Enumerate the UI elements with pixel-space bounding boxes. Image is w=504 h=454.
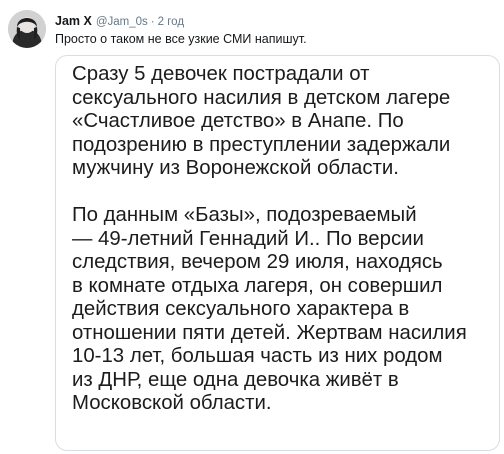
quote-line: — 49-летний Геннадий И.. По версии bbox=[72, 227, 424, 250]
quote-line: отношении пяти детей. Жертвам насилия bbox=[72, 321, 467, 344]
quote-line: сексуального насилия в детском лагере bbox=[72, 86, 451, 109]
quote-line: По данным «Базы», подозреваемый bbox=[72, 204, 417, 226]
quote-line: следствия, вечером 29 июля, находясь bbox=[72, 251, 443, 273]
quote-line: Сразу 5 девочек пострадали от bbox=[72, 63, 370, 85]
author-name[interactable]: Jam X bbox=[55, 13, 92, 29]
quote-card[interactable]: Сразу 5 девочек пострадали от сексуально… bbox=[55, 55, 500, 451]
separator-dot: · bbox=[150, 16, 155, 28]
tweet-header: Jam X @Jam_0s · 2 год bbox=[55, 13, 184, 29]
quote-line: в комнате отдыха лагеря, он совершил bbox=[72, 274, 443, 297]
quote-line: 10-13 лет, большая часть из них родом bbox=[72, 345, 443, 367]
quote-line: «Счастливое детство» в Анапе. По bbox=[72, 110, 404, 132]
tweet-timestamp[interactable]: 2 год bbox=[158, 14, 184, 30]
quote-line: подозрению в преступлении задержали bbox=[72, 133, 451, 156]
quote-line: мужчину из Воронежской области. bbox=[72, 157, 399, 179]
quote-line: Московской области. bbox=[72, 392, 272, 414]
quote-paragraph-2: По данным «Базы», подозреваемый — 49-лет… bbox=[72, 204, 497, 416]
tweet: Jam X @Jam_0s · 2 год Просто о таком не … bbox=[0, 0, 504, 454]
avatar[interactable] bbox=[8, 10, 46, 48]
quote-line: из ДНР, еще одна девочка живёт в bbox=[72, 368, 399, 391]
user-avatar-icon bbox=[8, 10, 46, 48]
quote-paragraph-1: Сразу 5 девочек пострадали от сексуально… bbox=[72, 63, 497, 181]
quote-line: действия сексуального характера в bbox=[72, 298, 410, 320]
author-handle[interactable]: @Jam_0s bbox=[96, 14, 148, 30]
tweet-text: Просто о таком не все узкие СМИ напишут. bbox=[55, 32, 307, 46]
quote-text: Сразу 5 девочек пострадали от сексуально… bbox=[72, 63, 497, 416]
